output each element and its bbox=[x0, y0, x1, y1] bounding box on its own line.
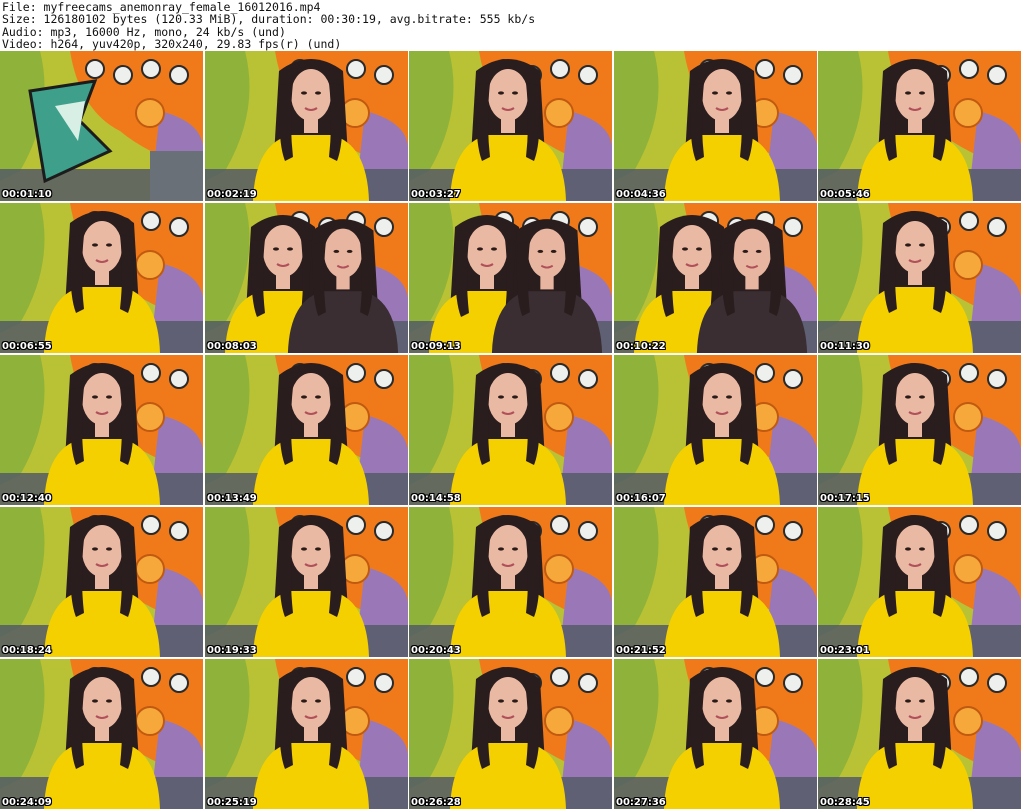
video-thumbnail: 00:27:36 bbox=[614, 659, 817, 809]
thumbnail-frame-image bbox=[205, 507, 408, 657]
thumbnail-timestamp: 00:04:36 bbox=[616, 189, 666, 200]
video-thumbnail: 00:12:40 bbox=[0, 355, 203, 505]
video-thumbnail: 00:06:55 bbox=[0, 203, 203, 353]
video-thumbnail: 00:18:24 bbox=[0, 507, 203, 657]
thumbnail-frame-image bbox=[409, 203, 612, 353]
thumbnail-frame-image bbox=[614, 355, 817, 505]
video-thumbnail: 00:24:09 bbox=[0, 659, 203, 809]
thumbnail-frame-image bbox=[409, 51, 612, 201]
thumbnail-timestamp: 00:16:07 bbox=[616, 493, 666, 504]
video-info-line: Video: h264, yuv420p, 320x240, 29.83 fps… bbox=[2, 37, 342, 52]
thumbnail-timestamp: 00:20:43 bbox=[411, 645, 461, 656]
thumbnail-frame-image bbox=[614, 51, 817, 201]
file-size-line: Size: 126180102 bytes (120.33 MiB), dura… bbox=[2, 12, 536, 27]
thumbnail-frame-image bbox=[0, 355, 203, 505]
video-thumbnail: 00:20:43 bbox=[409, 507, 612, 657]
thumbnail-timestamp: 00:23:01 bbox=[820, 645, 870, 656]
thumbnail-timestamp: 00:06:55 bbox=[2, 341, 52, 352]
thumbnail-timestamp: 00:10:22 bbox=[616, 341, 666, 352]
video-thumbnail: 00:23:01 bbox=[818, 507, 1021, 657]
thumbnail-frame-image bbox=[0, 659, 203, 809]
thumbnail-timestamp: 00:18:24 bbox=[2, 645, 52, 656]
thumbnail-timestamp: 00:25:19 bbox=[207, 797, 257, 808]
thumbnail-frame-image bbox=[0, 507, 203, 657]
video-thumbnail: 00:25:19 bbox=[205, 659, 408, 809]
thumbnail-frame-image bbox=[818, 507, 1021, 657]
video-thumbnail: 00:10:22 bbox=[614, 203, 817, 353]
video-thumbnail: 00:01:10 bbox=[0, 51, 203, 201]
video-thumbnail: 00:16:07 bbox=[614, 355, 817, 505]
video-thumbnail: 00:21:52 bbox=[614, 507, 817, 657]
thumbnail-timestamp: 00:24:09 bbox=[2, 797, 52, 808]
thumbnail-frame-image bbox=[205, 203, 408, 353]
thumbnail-frame-image bbox=[409, 659, 612, 809]
video-thumbnail: 00:03:27 bbox=[409, 51, 612, 201]
thumbnail-timestamp: 00:08:03 bbox=[207, 341, 257, 352]
thumbnail-frame-image bbox=[818, 51, 1021, 201]
thumbnail-timestamp: 00:03:27 bbox=[411, 189, 461, 200]
thumbnail-timestamp: 00:05:46 bbox=[820, 189, 870, 200]
thumbnail-timestamp: 00:27:36 bbox=[616, 797, 666, 808]
thumbnail-frame-image bbox=[205, 355, 408, 505]
thumbnail-timestamp: 00:13:49 bbox=[207, 493, 257, 504]
thumbnail-timestamp: 00:26:28 bbox=[411, 797, 461, 808]
thumbnail-timestamp: 00:17:15 bbox=[820, 493, 870, 504]
thumbnail-frame-image bbox=[0, 51, 203, 201]
thumbnail-timestamp: 00:21:52 bbox=[616, 645, 666, 656]
thumbnail-frame-image bbox=[409, 355, 612, 505]
thumbnail-frame-image bbox=[818, 355, 1021, 505]
thumbnail-frame-image bbox=[818, 659, 1021, 809]
thumbnail-grid: 00:01:10 00:02:19 00:03:27 00:04:36 00:0… bbox=[0, 51, 1024, 811]
thumbnail-timestamp: 00:19:33 bbox=[207, 645, 257, 656]
thumbnail-frame-image bbox=[614, 203, 817, 353]
thumbnail-timestamp: 00:28:45 bbox=[820, 797, 870, 808]
video-thumbnail: 00:02:19 bbox=[205, 51, 408, 201]
file-info-header: File: myfreecams_anemonray_female_160120… bbox=[0, 0, 1024, 52]
video-thumbnail: 00:14:58 bbox=[409, 355, 612, 505]
thumbnail-frame-image bbox=[614, 507, 817, 657]
thumbnail-frame-image bbox=[205, 51, 408, 201]
video-thumbnail: 00:09:13 bbox=[409, 203, 612, 353]
video-thumbnail: 00:05:46 bbox=[818, 51, 1021, 201]
thumbnail-timestamp: 00:14:58 bbox=[411, 493, 461, 504]
video-thumbnail: 00:08:03 bbox=[205, 203, 408, 353]
thumbnail-timestamp: 00:11:30 bbox=[820, 341, 870, 352]
video-thumbnail: 00:17:15 bbox=[818, 355, 1021, 505]
thumbnail-frame-image bbox=[818, 203, 1021, 353]
thumbnail-timestamp: 00:02:19 bbox=[207, 189, 257, 200]
thumbnail-frame-image bbox=[205, 659, 408, 809]
video-thumbnail: 00:19:33 bbox=[205, 507, 408, 657]
video-thumbnail: 00:04:36 bbox=[614, 51, 817, 201]
thumbnail-timestamp: 00:09:13 bbox=[411, 341, 461, 352]
thumbnail-timestamp: 00:01:10 bbox=[2, 189, 52, 200]
video-thumbnail: 00:26:28 bbox=[409, 659, 612, 809]
video-thumbnail: 00:11:30 bbox=[818, 203, 1021, 353]
video-thumbnail: 00:13:49 bbox=[205, 355, 408, 505]
thumbnail-timestamp: 00:12:40 bbox=[2, 493, 52, 504]
thumbnail-frame-image bbox=[409, 507, 612, 657]
thumbnail-frame-image bbox=[0, 203, 203, 353]
video-thumbnail: 00:28:45 bbox=[818, 659, 1021, 809]
thumbnail-frame-image bbox=[614, 659, 817, 809]
